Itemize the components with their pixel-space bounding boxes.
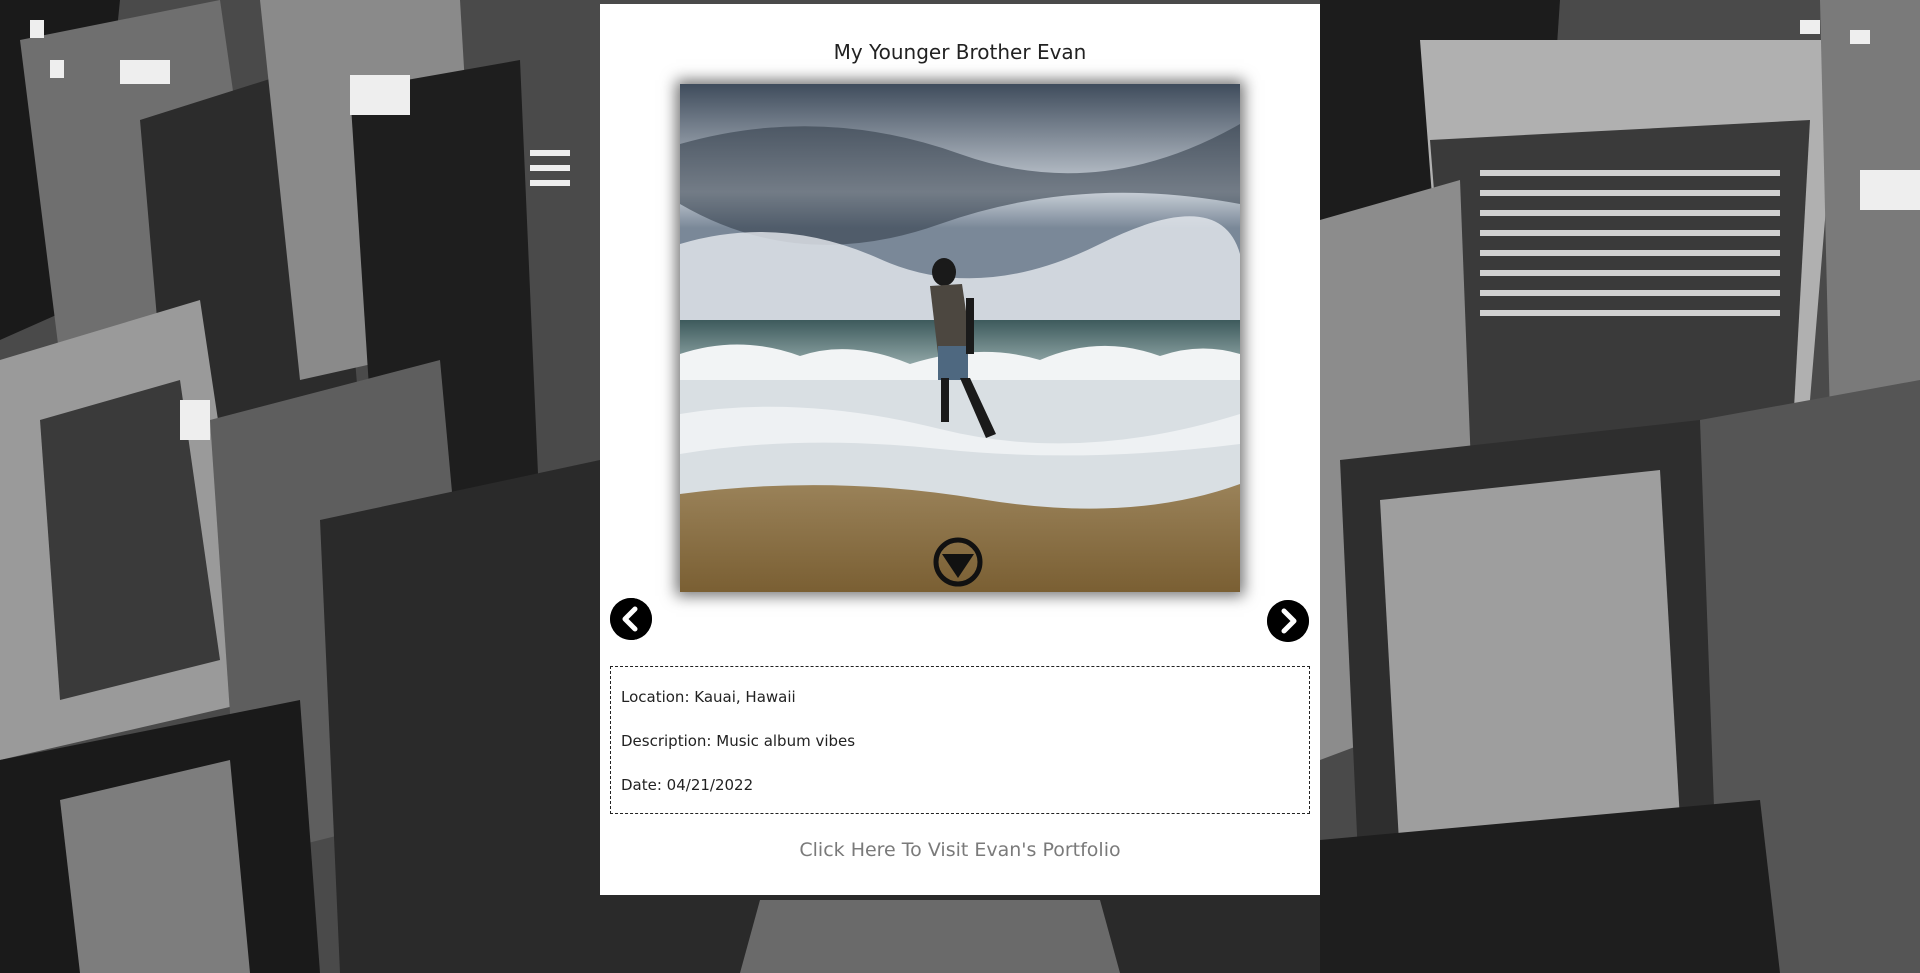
chevron-left-icon xyxy=(610,598,652,640)
expand-down-button[interactable] xyxy=(934,538,982,586)
portfolio-link[interactable]: Click Here To Visit Evan's Portfolio xyxy=(600,839,1320,861)
location-text: Location: Kauai, Hawaii xyxy=(621,688,796,706)
previous-photo-button[interactable] xyxy=(610,598,652,640)
page-title: My Younger Brother Evan xyxy=(833,40,1087,64)
gallery-photo xyxy=(680,84,1240,592)
next-photo-button[interactable] xyxy=(1267,600,1309,642)
chevron-right-icon xyxy=(1267,600,1309,642)
date-text: Date: 04/21/2022 xyxy=(621,776,754,794)
description-text: Description: Music album vibes xyxy=(621,732,856,750)
gallery-card: My Younger Brother Evan Location: Kauai,… xyxy=(600,4,1320,895)
photo-details-box: Location: Kauai, Hawaii Description: Mus… xyxy=(610,666,1310,814)
